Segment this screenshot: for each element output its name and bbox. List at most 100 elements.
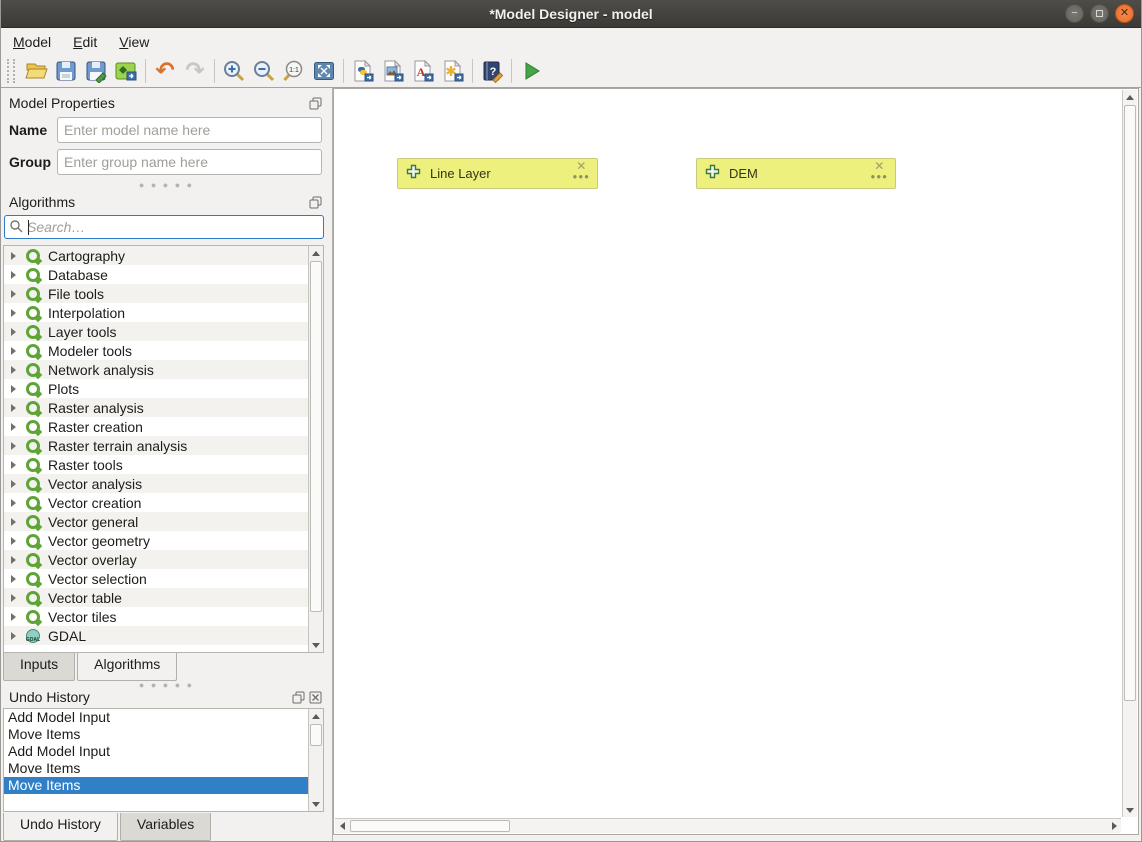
expand-chevron-icon[interactable]: [11, 290, 16, 298]
close-panel-icon[interactable]: [309, 691, 322, 704]
algorithm-group-row[interactable]: Layer tools: [4, 322, 308, 341]
zoom-in-button[interactable]: [219, 57, 249, 85]
menu-item[interactable]: Model: [13, 34, 51, 50]
bottom-tab[interactable]: Variables: [120, 813, 211, 841]
tree-scrollbar-thumb[interactable]: [310, 261, 322, 612]
export-as-python-button[interactable]: [348, 57, 378, 85]
scroll-down-icon[interactable]: [1126, 808, 1134, 813]
help-button[interactable]: ?: [477, 57, 507, 85]
redo-button[interactable]: ↷: [180, 57, 210, 85]
remove-node-icon[interactable]: ✕: [576, 160, 586, 172]
algorithm-group-row[interactable]: Interpolation: [4, 303, 308, 322]
canvas-hscroll-thumb[interactable]: [350, 820, 510, 832]
algorithm-group-row[interactable]: Raster creation: [4, 417, 308, 436]
algorithm-group-row[interactable]: Vector geometry: [4, 531, 308, 550]
close-button[interactable]: ✕: [1115, 4, 1134, 23]
expand-chevron-icon[interactable]: [11, 613, 16, 621]
expand-chevron-icon[interactable]: [11, 385, 16, 393]
float-panel-icon[interactable]: [309, 97, 322, 110]
expand-chevron-icon[interactable]: [11, 347, 16, 355]
algorithm-group-row[interactable]: Modeler tools: [4, 341, 308, 360]
run-model-button[interactable]: [516, 57, 546, 85]
scroll-up-icon[interactable]: [312, 251, 320, 256]
expand-chevron-icon[interactable]: [11, 252, 16, 260]
titlebar[interactable]: *Model Designer - model − ✕: [1, 0, 1141, 28]
model-group-input[interactable]: [57, 149, 322, 175]
expand-chevron-icon[interactable]: [11, 271, 16, 279]
algorithm-group-row[interactable]: Vector general: [4, 512, 308, 531]
export-as-pdf-button[interactable]: A: [408, 57, 438, 85]
scroll-up-icon[interactable]: [1126, 95, 1134, 100]
undo-history-item[interactable]: Move Items: [4, 777, 308, 794]
toolbar-drag-handle[interactable]: [7, 59, 15, 83]
algorithm-group-row[interactable]: Vector table: [4, 588, 308, 607]
dock-tab[interactable]: Inputs: [3, 653, 75, 681]
algorithm-group-row[interactable]: Raster tools: [4, 455, 308, 474]
save-model-as-button[interactable]: [81, 57, 111, 85]
model-name-input[interactable]: [57, 117, 322, 143]
scroll-down-icon[interactable]: [312, 643, 320, 648]
undo-history-item[interactable]: Move Items: [4, 760, 308, 777]
scroll-left-icon[interactable]: [340, 822, 345, 830]
minimize-button[interactable]: −: [1065, 4, 1084, 23]
undo-history-item[interactable]: Move Items: [4, 726, 308, 743]
open-model-button[interactable]: [21, 57, 51, 85]
undo-scrollbar-thumb[interactable]: [310, 724, 322, 746]
model-canvas[interactable]: Line Layer ✕ ●●● DEM ✕ ●●●: [333, 88, 1139, 835]
model-input-node-dem[interactable]: DEM ✕ ●●●: [696, 158, 896, 189]
expand-chevron-icon[interactable]: [11, 442, 16, 450]
canvas-vscroll-thumb[interactable]: [1124, 105, 1136, 701]
algorithm-group-row[interactable]: Raster terrain analysis: [4, 436, 308, 455]
save-model-button[interactable]: [51, 57, 81, 85]
expand-chevron-icon[interactable]: [11, 423, 16, 431]
zoom-actual-size-button[interactable]: 1:1: [279, 57, 309, 85]
algorithm-group-row[interactable]: Vector selection: [4, 569, 308, 588]
algorithm-group-row[interactable]: Database: [4, 265, 308, 284]
maximize-button[interactable]: [1090, 4, 1109, 23]
node-expand-icon[interactable]: ●●●: [573, 173, 591, 181]
panel-splitter[interactable]: ● ● ● ● ●: [1, 681, 332, 689]
expand-chevron-icon[interactable]: [11, 594, 16, 602]
expand-chevron-icon[interactable]: [11, 328, 16, 336]
canvas-horizontal-scrollbar[interactable]: [335, 818, 1121, 833]
algorithm-search-input[interactable]: [23, 219, 319, 235]
algorithm-group-row[interactable]: Raster analysis: [4, 398, 308, 417]
algorithm-group-row[interactable]: Cartography: [4, 246, 308, 265]
expand-chevron-icon[interactable]: [11, 480, 16, 488]
algorithm-group-row[interactable]: Vector overlay: [4, 550, 308, 569]
bottom-tab[interactable]: Undo History: [3, 813, 118, 841]
zoom-out-button[interactable]: [249, 57, 279, 85]
expand-chevron-icon[interactable]: [11, 309, 16, 317]
node-expand-icon[interactable]: ●●●: [871, 173, 889, 181]
expand-chevron-icon[interactable]: [11, 556, 16, 564]
algorithm-group-row[interactable]: File tools: [4, 284, 308, 303]
tree-scrollbar[interactable]: [308, 246, 323, 652]
algorithm-group-row[interactable]: Vector creation: [4, 493, 308, 512]
zoom-full-button[interactable]: [309, 57, 339, 85]
algorithm-group-row[interactable]: Vector tiles: [4, 607, 308, 626]
panel-splitter[interactable]: ● ● ● ● ●: [1, 178, 332, 192]
expand-chevron-icon[interactable]: [11, 404, 16, 412]
remove-node-icon[interactable]: ✕: [874, 160, 884, 172]
expand-chevron-icon[interactable]: [11, 632, 16, 640]
float-panel-icon[interactable]: [292, 691, 305, 704]
undo-history-item[interactable]: Add Model Input: [4, 709, 308, 726]
menu-item[interactable]: View: [119, 34, 149, 50]
expand-chevron-icon[interactable]: [11, 518, 16, 526]
canvas-vertical-scrollbar[interactable]: [1122, 90, 1137, 817]
undo-scrollbar[interactable]: [308, 709, 323, 811]
scroll-down-icon[interactable]: [312, 802, 320, 807]
expand-chevron-icon[interactable]: [11, 537, 16, 545]
expand-chevron-icon[interactable]: [11, 499, 16, 507]
undo-history-item[interactable]: Add Model Input: [4, 743, 308, 760]
expand-chevron-icon[interactable]: [11, 461, 16, 469]
algorithm-group-row[interactable]: Network analysis: [4, 360, 308, 379]
model-input-node-line-layer[interactable]: Line Layer ✕ ●●●: [397, 158, 598, 189]
algorithm-group-row[interactable]: GDAL: [4, 626, 308, 645]
undo-button[interactable]: ↶: [150, 57, 180, 85]
expand-chevron-icon[interactable]: [11, 575, 16, 583]
export-as-image-button[interactable]: [378, 57, 408, 85]
algorithm-group-row[interactable]: Plots: [4, 379, 308, 398]
algorithm-group-row[interactable]: Vector analysis: [4, 474, 308, 493]
save-model-in-project-button[interactable]: [111, 57, 141, 85]
